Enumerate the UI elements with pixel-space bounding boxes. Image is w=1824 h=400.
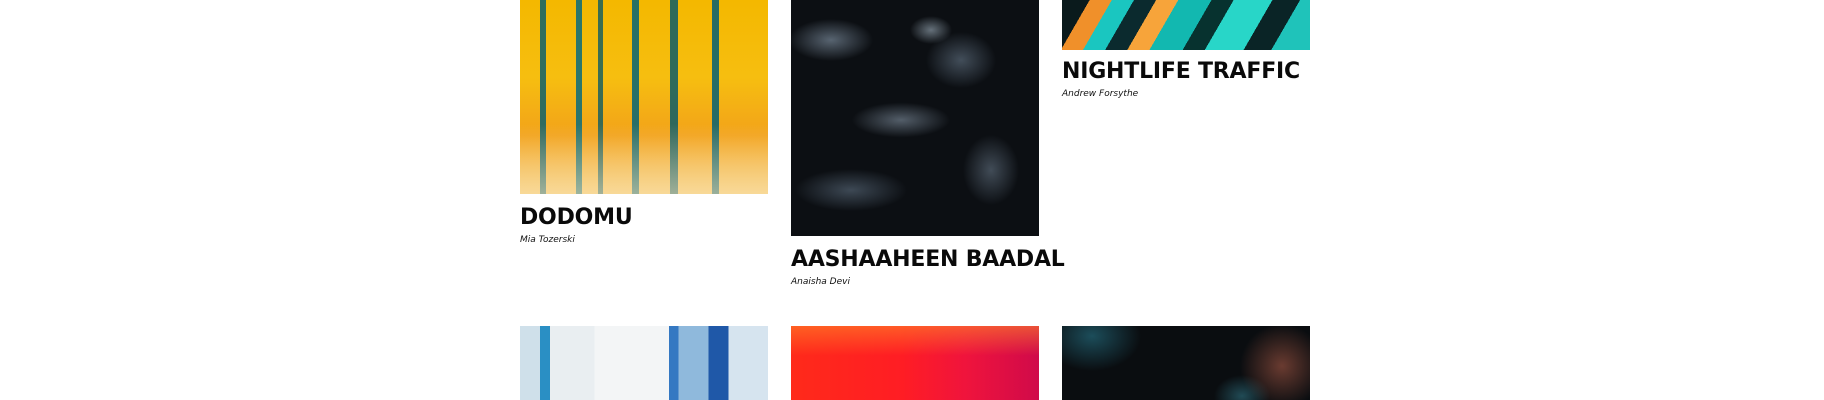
- artwork-gallery: DODOMU Mia Tozerski AASHAAHEEN BAADAL An…: [0, 0, 1824, 400]
- artwork-card[interactable]: [520, 326, 768, 400]
- artwork-title[interactable]: AASHAAHEEN BAADAL: [791, 247, 1065, 273]
- artwork-title[interactable]: NIGHTLIFE TRAFFIC: [1062, 59, 1310, 85]
- artwork-card-nightlife-traffic[interactable]: NIGHTLIFE TRAFFIC Andrew Forsythe: [1062, 0, 1310, 100]
- artwork-image[interactable]: [520, 0, 768, 194]
- artwork-card[interactable]: [1062, 326, 1310, 400]
- artwork-image[interactable]: [791, 0, 1039, 236]
- artwork-title[interactable]: DODOMU: [520, 205, 768, 231]
- artist-name: Mia Tozerski: [520, 235, 575, 245]
- artwork-image[interactable]: [1062, 0, 1310, 50]
- artwork-card-aashaaheen-baadal[interactable]: AASHAAHEEN BAADAL Anaisha Devi: [791, 0, 1065, 288]
- artwork-image[interactable]: [1062, 326, 1310, 400]
- artwork-image[interactable]: [791, 326, 1039, 400]
- artwork-image[interactable]: [520, 326, 768, 400]
- artist-name: Andrew Forsythe: [1062, 89, 1139, 99]
- artwork-card[interactable]: [791, 326, 1039, 400]
- artwork-card-dodomu[interactable]: DODOMU Mia Tozerski: [520, 0, 768, 246]
- artist-name: Anaisha Devi: [791, 277, 850, 287]
